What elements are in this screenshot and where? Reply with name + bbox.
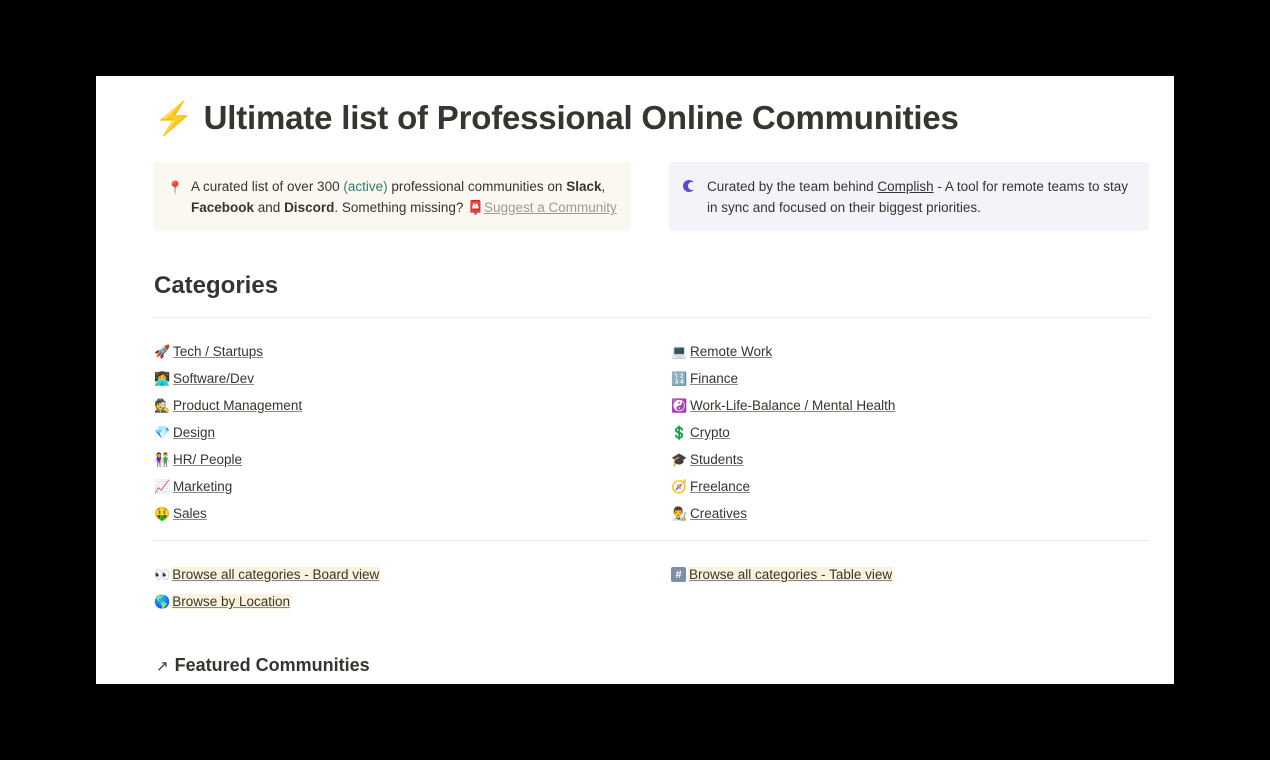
category-label: Crypto (690, 425, 730, 440)
divider (153, 540, 1149, 541)
category-label: Design (173, 425, 216, 440)
category-label: Creatives (690, 506, 748, 521)
artist-icon: 👨‍🎨 (671, 505, 688, 521)
compass-icon: 🧭 (671, 478, 688, 494)
category-remote-work[interactable]: 💻 Remote Work (671, 338, 895, 365)
active-label: (active) (343, 179, 388, 194)
featured-heading-text: Featured Communities (174, 655, 370, 675)
people-icon: 👫 (154, 451, 171, 467)
laptop-icon: 💻 (671, 343, 688, 359)
gem-icon: 💎 (154, 424, 171, 440)
complish-link[interactable]: Complish (877, 179, 933, 194)
browse-board-view-link[interactable]: 👀 Browse all categories - Board view (154, 561, 381, 588)
callout-text: , (601, 179, 606, 194)
chart-increasing-icon: 📈 (154, 478, 171, 494)
technologist-icon: 👩‍💻 (154, 370, 171, 386)
callout-text: Curated by the team behind (707, 179, 878, 194)
facebook-label: Facebook (191, 200, 255, 215)
page-title-text: Ultimate list of Professional Online Com… (203, 99, 959, 136)
category-creatives[interactable]: 👨‍🎨 Creatives (671, 500, 895, 527)
category-label: Marketing (173, 479, 233, 494)
browse-table-view-link[interactable]: # Browse all categories - Table view (671, 561, 894, 588)
browse-right-column: # Browse all categories - Table view (671, 561, 894, 588)
pin-icon: 📍 (167, 180, 184, 195)
category-crypto[interactable]: 💲 Crypto (671, 419, 895, 446)
browse-label: Browse by Location (171, 594, 292, 609)
hash-icon: # (671, 567, 686, 582)
category-freelance[interactable]: 🧭 Freelance (671, 473, 895, 500)
page-title: ⚡ Ultimate list of Professional Online C… (154, 94, 959, 142)
money-face-icon: 🤑 (154, 505, 171, 521)
category-label: Software/Dev (173, 371, 255, 386)
category-label: Sales (173, 506, 207, 521)
browse-by-location-link[interactable]: 🌎 Browse by Location (154, 588, 380, 615)
category-tech-startups[interactable]: 🚀 Tech / Startups (154, 338, 302, 365)
numbers-icon: 🔢 (671, 370, 688, 386)
callout-text: professional communities on (387, 179, 567, 194)
category-label: HR/ People (173, 452, 243, 467)
categories-heading: Categories (154, 272, 279, 299)
category-label: Product Management (173, 398, 303, 413)
globe-icon: 🌎 (154, 593, 171, 609)
category-label: Remote Work (690, 344, 773, 359)
category-students[interactable]: 🎓 Students (671, 446, 895, 473)
category-label: Finance (690, 371, 739, 386)
browse-label: Browse all categories - Table view (688, 567, 894, 582)
category-label: Students (690, 452, 744, 467)
suggest-community-link[interactable]: Suggest a Community (484, 200, 617, 215)
yin-yang-icon: ☯️ (671, 397, 688, 413)
discord-label: Discord (284, 200, 335, 215)
category-label: Freelance (690, 479, 751, 494)
postbox-icon: 📮 (467, 200, 484, 215)
callout-intro: 📍 A curated list of over 300 (active) pr… (153, 162, 631, 231)
lightning-icon: ⚡ (154, 100, 194, 136)
category-product-management[interactable]: 🕵️ Product Management (154, 392, 302, 419)
rocket-icon: 🚀 (154, 343, 171, 359)
category-label: Tech / Startups (173, 344, 264, 359)
categories-right-column: 💻 Remote Work 🔢 Finance ☯️ Work-Life-Balanc… (671, 338, 895, 527)
featured-communities-heading[interactable]: ↗ Featured Communities (156, 655, 370, 676)
category-work-life-balance[interactable]: ☯️ Work-Life-Balance / Mental Health (671, 392, 895, 419)
dollar-icon: 💲 (671, 424, 688, 440)
category-software-dev[interactable]: 👩‍💻 Software/Dev (154, 365, 302, 392)
notion-page: ⚡ Ultimate list of Professional Online C… (96, 76, 1174, 684)
callout-text: and (254, 200, 285, 215)
callout-text: . Something missing? (334, 200, 468, 215)
callout-text: A curated list of over 300 (191, 179, 344, 194)
category-finance[interactable]: 🔢 Finance (671, 365, 895, 392)
category-sales[interactable]: 🤑 Sales (154, 500, 302, 527)
eyes-icon: 👀 (154, 566, 171, 582)
complish-logo-icon (683, 177, 696, 198)
category-marketing[interactable]: 📈 Marketing (154, 473, 302, 500)
graduation-cap-icon: 🎓 (671, 451, 688, 467)
divider (153, 317, 1149, 318)
arrow-up-right-icon: ↗ (156, 657, 169, 675)
slack-label: Slack (566, 179, 602, 194)
browse-left-column: 👀 Browse all categories - Board view 🌎 Bro… (154, 561, 381, 615)
category-design[interactable]: 💎 Design (154, 419, 302, 446)
category-label: Work-Life-Balance / Mental Health (690, 398, 896, 413)
category-hr-people[interactable]: 👫 HR/ People (154, 446, 302, 473)
categories-left-column: 🚀 Tech / Startups 👩‍💻 Software/Dev 🕵️ Produ… (154, 338, 302, 527)
callout-complish: Curated by the team behind Complish - A … (669, 162, 1149, 231)
detective-icon: 🕵️ (154, 397, 171, 413)
browse-label: Browse all categories - Board view (171, 567, 381, 582)
